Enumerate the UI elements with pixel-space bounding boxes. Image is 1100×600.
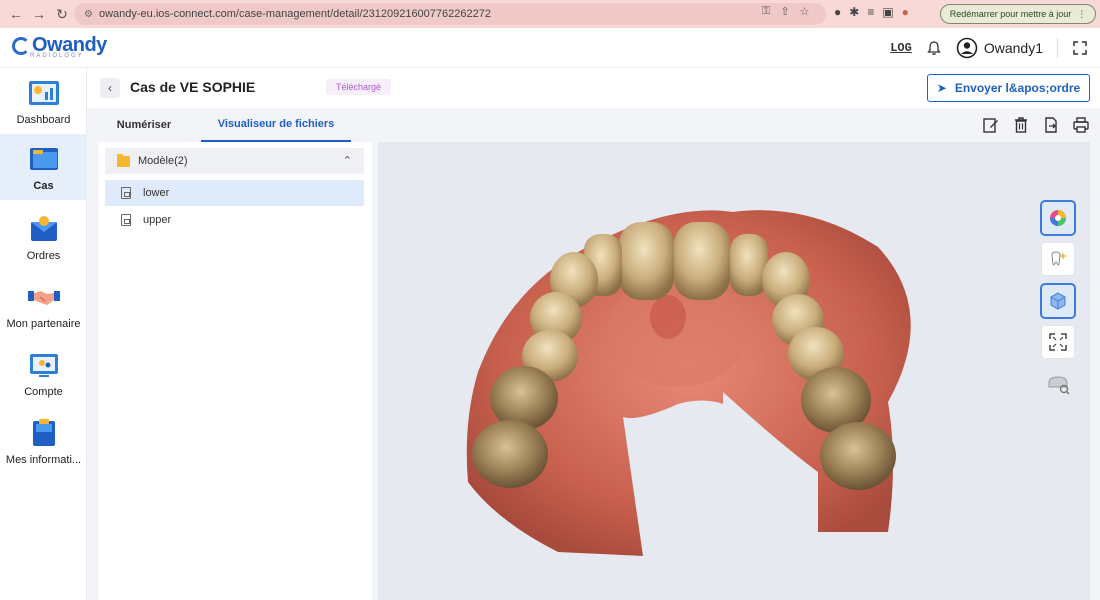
send-order-label: Envoyer l&apos;ordre bbox=[954, 81, 1081, 95]
key-icon[interactable]: ⚿ bbox=[762, 5, 770, 18]
orders-icon bbox=[30, 216, 57, 241]
restart-update-button[interactable]: Redémarrer pour mettre à jour ⋮ bbox=[940, 4, 1096, 24]
reload-icon[interactable]: ↻ bbox=[52, 4, 72, 24]
account-icon bbox=[29, 354, 58, 377]
url-text: owandy-eu.ios-connect.com/case-managemen… bbox=[98, 8, 491, 20]
file-item-lower[interactable]: lower bbox=[105, 180, 364, 206]
file-tree-panel: Modèle(2) ⌃ lower upper bbox=[99, 142, 372, 600]
send-plane-icon: ➤ bbox=[936, 81, 947, 95]
user-avatar-icon[interactable] bbox=[956, 37, 978, 59]
sidebar: Dashboard Cas Ordres Mon partenaire Comp… bbox=[0, 68, 87, 600]
sidebar-label: Compte bbox=[24, 386, 63, 398]
tab-bar: Numériser Visualiseur de fichiers bbox=[87, 108, 1100, 142]
extensions-puzzle-icon[interactable]: ✱ bbox=[849, 5, 859, 19]
status-badge: Téléchargé bbox=[326, 79, 392, 95]
tab-numeriser[interactable]: Numériser bbox=[99, 108, 189, 142]
sidebar-label: Cas bbox=[33, 180, 54, 192]
header-divider bbox=[1057, 38, 1058, 58]
tab-visualiseur-fichiers[interactable]: Visualiseur de fichiers bbox=[201, 108, 351, 142]
app-header: Owandy RADIOLOGY LOG Owandy1 bbox=[0, 28, 1100, 68]
fit-to-screen-icon bbox=[1049, 333, 1067, 351]
forward-arrow-icon[interactable]: → bbox=[29, 4, 49, 24]
sidebar-item-ordres[interactable]: Ordres bbox=[0, 204, 87, 270]
file-name: upper bbox=[143, 214, 172, 226]
jaw-measure-icon bbox=[1048, 376, 1070, 395]
main-content: ‹ Cas de VE SOPHIE Téléchargé ➤ Envoyer … bbox=[87, 68, 1100, 600]
edit-icon[interactable] bbox=[982, 116, 1000, 134]
page-title: Cas de VE SOPHIE bbox=[130, 79, 256, 95]
restart-label: Redémarrer pour mettre à jour bbox=[949, 9, 1072, 19]
view-cube-icon bbox=[1050, 292, 1066, 310]
color-wheel-icon bbox=[1050, 210, 1066, 226]
fullscreen-icon[interactable] bbox=[1072, 40, 1088, 56]
sidebar-label: Mon partenaire bbox=[6, 318, 81, 330]
profile-avatar-icon[interactable]: ● bbox=[902, 5, 909, 19]
dashboard-icon bbox=[28, 81, 59, 105]
back-button[interactable]: ‹ bbox=[100, 78, 120, 98]
tooth-sparkle-icon bbox=[1051, 251, 1067, 266]
info-icon bbox=[32, 419, 55, 446]
share-icon[interactable]: ⇧ bbox=[780, 5, 789, 18]
print-icon[interactable] bbox=[1072, 116, 1090, 134]
logo-mark-icon bbox=[12, 36, 30, 55]
color-toggle-button[interactable] bbox=[1042, 202, 1074, 234]
bell-icon[interactable] bbox=[926, 40, 942, 56]
chevron-up-icon[interactable]: ⌃ bbox=[343, 154, 352, 167]
measure-tool-button[interactable] bbox=[1042, 368, 1074, 400]
logo-subtitle: RADIOLOGY bbox=[30, 53, 84, 59]
folder-cases-icon bbox=[29, 148, 58, 170]
chevron-left-icon: ‹ bbox=[108, 81, 112, 95]
file-icon bbox=[121, 214, 131, 226]
3d-model-viewer[interactable] bbox=[378, 142, 1090, 600]
view-cube-button[interactable] bbox=[1042, 285, 1074, 317]
sidebar-label: Dashboard bbox=[16, 114, 71, 126]
side-panel-icon[interactable]: ▣ bbox=[882, 5, 893, 19]
trash-icon[interactable] bbox=[1012, 116, 1030, 134]
sidebar-item-mon-partenaire[interactable]: Mon partenaire bbox=[0, 272, 87, 338]
file-icon bbox=[121, 187, 131, 199]
fit-view-button[interactable] bbox=[1042, 326, 1074, 358]
sidebar-item-mes-informations[interactable]: Mes informati... bbox=[0, 408, 87, 474]
more-menu-icon: ⋮ bbox=[1077, 8, 1087, 19]
folder-label: Modèle(2) bbox=[138, 155, 188, 167]
file-name: lower bbox=[143, 187, 170, 199]
folder-modele[interactable]: Modèle(2) ⌃ bbox=[105, 148, 364, 174]
username[interactable]: Owandy1 bbox=[984, 40, 1043, 56]
address-bar[interactable]: ⚙ owandy-eu.ios-connect.com/case-managem… bbox=[74, 3, 826, 25]
extension-globe-icon[interactable]: ● bbox=[834, 5, 841, 19]
bookmark-star-icon[interactable]: ☆ bbox=[800, 5, 810, 18]
sidebar-label: Ordres bbox=[26, 250, 61, 262]
back-arrow-icon[interactable]: ← bbox=[6, 4, 26, 24]
sidebar-item-compte[interactable]: Compte bbox=[0, 340, 87, 406]
sidebar-item-cas[interactable]: Cas bbox=[0, 134, 87, 200]
export-file-icon[interactable] bbox=[1042, 116, 1060, 134]
dental-arch-model[interactable] bbox=[378, 142, 1090, 600]
tooth-highlight-button[interactable] bbox=[1042, 243, 1074, 275]
folder-icon bbox=[117, 153, 130, 167]
site-info-icon[interactable]: ⚙ bbox=[84, 9, 93, 20]
send-order-button[interactable]: ➤ Envoyer l&apos;ordre bbox=[927, 74, 1090, 102]
sidebar-label: Mes informati... bbox=[5, 454, 82, 466]
log-icon[interactable]: LOG bbox=[890, 41, 912, 55]
handshake-icon bbox=[27, 291, 60, 305]
file-item-upper[interactable]: upper bbox=[105, 207, 364, 233]
sidebar-item-dashboard[interactable]: Dashboard bbox=[0, 68, 87, 134]
reading-list-icon[interactable]: ≡ bbox=[867, 5, 874, 19]
case-title-bar: ‹ Cas de VE SOPHIE Téléchargé ➤ Envoyer … bbox=[87, 68, 1100, 108]
